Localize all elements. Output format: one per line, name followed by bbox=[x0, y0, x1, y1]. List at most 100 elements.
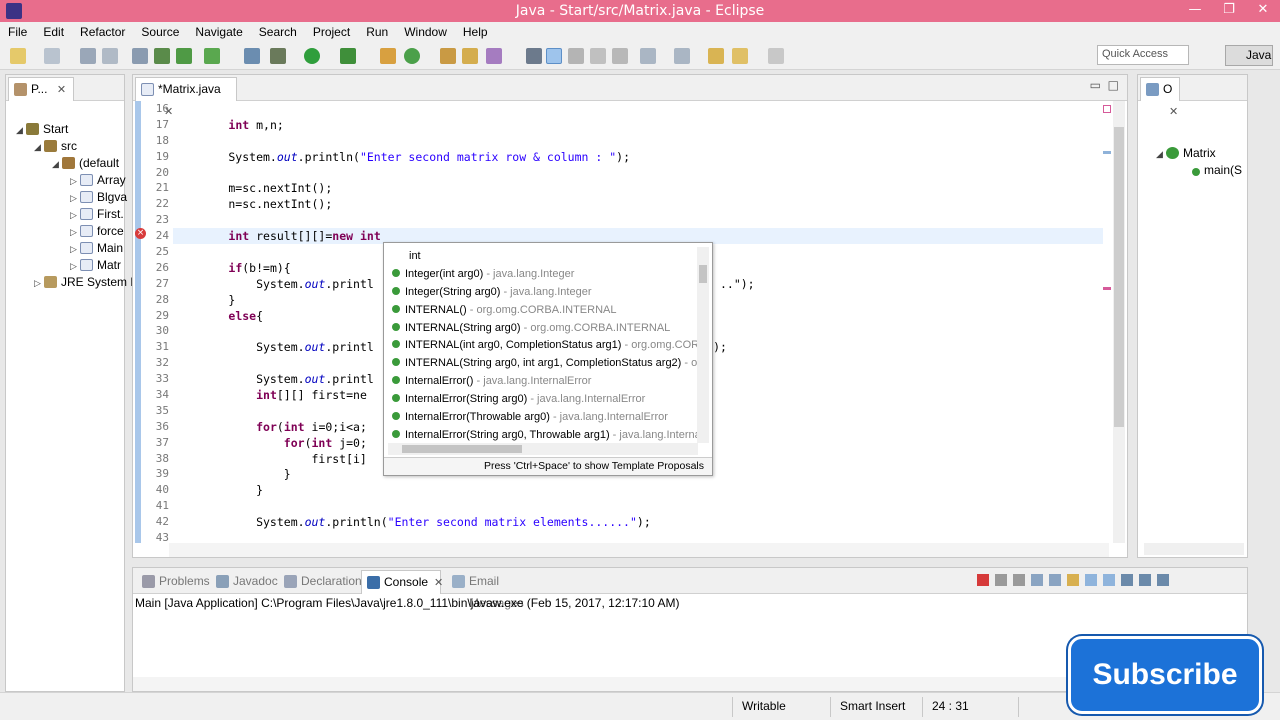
word-wrap-icon[interactable] bbox=[1067, 574, 1079, 586]
maximize-button[interactable]: ❐ bbox=[1212, 0, 1246, 22]
debug-icon[interactable] bbox=[270, 48, 286, 64]
clear-console-icon[interactable] bbox=[1031, 574, 1043, 586]
subscribe-button[interactable]: Subscribe bbox=[1068, 636, 1262, 714]
code-line[interactable]: } bbox=[173, 482, 1103, 498]
java-perspective-button[interactable]: Java bbox=[1225, 45, 1273, 66]
proposal-item[interactable]: InternalError(String arg0, Throwable arg… bbox=[384, 426, 700, 444]
proposal-item[interactable]: InternalError(String arg0) - java.lang.I… bbox=[384, 390, 700, 408]
tab-email-messages[interactable]: Email Messages bbox=[447, 570, 547, 610]
close-icon[interactable]: ✕ bbox=[1169, 106, 1178, 118]
menu-edit[interactable]: Edit bbox=[35, 22, 72, 42]
show-stderr-icon[interactable] bbox=[1103, 574, 1115, 586]
open-type-icon[interactable] bbox=[440, 48, 456, 64]
last-edit-icon[interactable] bbox=[708, 48, 724, 64]
code-line[interactable]: m=sc.nextInt(); bbox=[173, 180, 1103, 196]
menu-help[interactable]: Help bbox=[455, 22, 496, 42]
tab-package-explorer[interactable]: P... ✕ bbox=[8, 77, 74, 101]
maximize-icon[interactable]: □ bbox=[1108, 78, 1119, 92]
collapsed-arrow-icon[interactable]: ▷ bbox=[34, 275, 44, 292]
show-whitespace-icon[interactable] bbox=[590, 48, 606, 64]
block-selection-icon[interactable] bbox=[568, 48, 584, 64]
display-console-icon[interactable] bbox=[1139, 574, 1151, 586]
run-icon[interactable] bbox=[304, 48, 320, 64]
minimize-icon[interactable]: ▭ bbox=[1090, 78, 1101, 92]
prev-annotation-icon[interactable] bbox=[674, 48, 690, 64]
tree-item[interactable]: ▷ force bbox=[70, 223, 124, 240]
close-icon[interactable]: ✕ bbox=[57, 84, 66, 96]
highlight-icon[interactable] bbox=[546, 48, 562, 64]
code-line[interactable] bbox=[173, 165, 1103, 181]
scroll-lock-icon[interactable] bbox=[1049, 574, 1061, 586]
run-last-icon[interactable] bbox=[340, 48, 356, 64]
toggle-mark-icon[interactable] bbox=[526, 48, 542, 64]
collapsed-arrow-icon[interactable]: ▷ bbox=[70, 224, 80, 241]
collapsed-arrow-icon[interactable]: ▷ bbox=[70, 173, 80, 190]
new-package-icon[interactable] bbox=[404, 48, 420, 64]
tree-item[interactable]: ◢ Start bbox=[16, 121, 68, 138]
proposal-item[interactable]: InternalError() - java.lang.InternalErro… bbox=[384, 372, 700, 390]
menu-refactor[interactable]: Refactor bbox=[72, 22, 133, 42]
new-class-icon[interactable] bbox=[380, 48, 396, 64]
tree-item[interactable]: ▷ Blgva bbox=[70, 189, 127, 206]
expanded-arrow-icon[interactable]: ◢ bbox=[52, 156, 62, 173]
show-stdout-icon[interactable] bbox=[1085, 574, 1097, 586]
proposal-item[interactable]: INTERNAL(String arg0) - org.omg.CORBA.IN… bbox=[384, 319, 700, 337]
import-icon[interactable] bbox=[154, 48, 170, 64]
editor-vertical-scrollbar[interactable] bbox=[1113, 101, 1125, 543]
back-icon[interactable] bbox=[732, 48, 748, 64]
menu-navigate[interactable]: Navigate bbox=[187, 22, 250, 42]
terminate-icon[interactable] bbox=[977, 574, 989, 586]
search-icon[interactable] bbox=[486, 48, 502, 64]
open-resource-icon[interactable] bbox=[462, 48, 478, 64]
tasks-icon[interactable] bbox=[204, 48, 220, 64]
minimize-button[interactable]: — bbox=[1178, 0, 1212, 22]
code-line[interactable] bbox=[173, 101, 1103, 117]
open-console-icon[interactable] bbox=[1157, 574, 1169, 586]
proposal-item[interactable]: INTERNAL(int arg0, CompletionStatus arg1… bbox=[384, 336, 700, 354]
code-line[interactable]: System.out.println("Enter second matrix … bbox=[173, 514, 1103, 530]
print-icon[interactable] bbox=[132, 48, 148, 64]
export-icon[interactable] bbox=[176, 48, 192, 64]
quick-access-input[interactable]: Quick Access bbox=[1097, 45, 1189, 65]
remove-all-icon[interactable] bbox=[1013, 574, 1025, 586]
menu-window[interactable]: Window bbox=[396, 22, 455, 42]
save-all-icon[interactable] bbox=[102, 48, 118, 64]
tab-matrix-java[interactable]: *Matrix.java ✕ bbox=[135, 77, 237, 118]
tree-item[interactable]: ▷ JRE System L bbox=[34, 274, 137, 291]
menu-source[interactable]: Source bbox=[133, 22, 187, 42]
next-annotation-icon[interactable] bbox=[640, 48, 656, 64]
code-line[interactable]: n=sc.nextInt(); bbox=[173, 196, 1103, 212]
code-line[interactable]: int m,n; bbox=[173, 117, 1103, 133]
tab-problems[interactable]: Problems bbox=[137, 570, 210, 594]
expanded-arrow-icon[interactable]: ◢ bbox=[34, 139, 44, 156]
proposal-item[interactable]: Integer(int arg0) - java.lang.Integer bbox=[384, 265, 700, 283]
code-line[interactable]: System.out.println("Enter second matrix … bbox=[173, 149, 1103, 165]
outline-item-method[interactable]: main(S bbox=[1192, 162, 1242, 179]
expanded-arrow-icon[interactable]: ◢ bbox=[16, 122, 26, 139]
collapsed-arrow-icon[interactable]: ▷ bbox=[70, 241, 80, 258]
proposal-horizontal-scrollbar[interactable] bbox=[388, 443, 698, 455]
proposal-item[interactable]: Integer(String arg0) - java.lang.Integer bbox=[384, 283, 700, 301]
tree-item[interactable]: ◢ src bbox=[34, 138, 77, 155]
tab-console[interactable]: Console ✕ bbox=[361, 570, 443, 594]
close-button[interactable]: ✕ bbox=[1246, 0, 1280, 22]
tree-item[interactable]: ▷ Array bbox=[70, 172, 126, 189]
editor-horizontal-scrollbar[interactable] bbox=[169, 543, 1109, 557]
code-line[interactable] bbox=[173, 498, 1103, 514]
outline-horizontal-scrollbar[interactable] bbox=[1144, 543, 1244, 555]
collapsed-arrow-icon[interactable]: ▷ bbox=[70, 258, 80, 275]
tab-outline[interactable]: O ✕ bbox=[1140, 77, 1180, 118]
menu-search[interactable]: Search bbox=[251, 22, 305, 42]
proposal-item[interactable]: int bbox=[384, 247, 700, 265]
new-java-project-icon[interactable] bbox=[44, 48, 60, 64]
code-line[interactable] bbox=[173, 133, 1103, 149]
code-line[interactable] bbox=[173, 212, 1103, 228]
tree-item[interactable]: ▷ Main bbox=[70, 240, 123, 257]
menu-file[interactable]: File bbox=[0, 22, 35, 42]
close-icon[interactable]: ✕ bbox=[434, 577, 443, 589]
proposal-item[interactable]: InternalError(Throwable arg0) - java.lan… bbox=[384, 408, 700, 426]
pin-console-icon[interactable] bbox=[1121, 574, 1133, 586]
forward-icon[interactable] bbox=[768, 48, 784, 64]
overview-marker[interactable] bbox=[1103, 151, 1111, 154]
error-overview-marker[interactable] bbox=[1103, 105, 1111, 113]
